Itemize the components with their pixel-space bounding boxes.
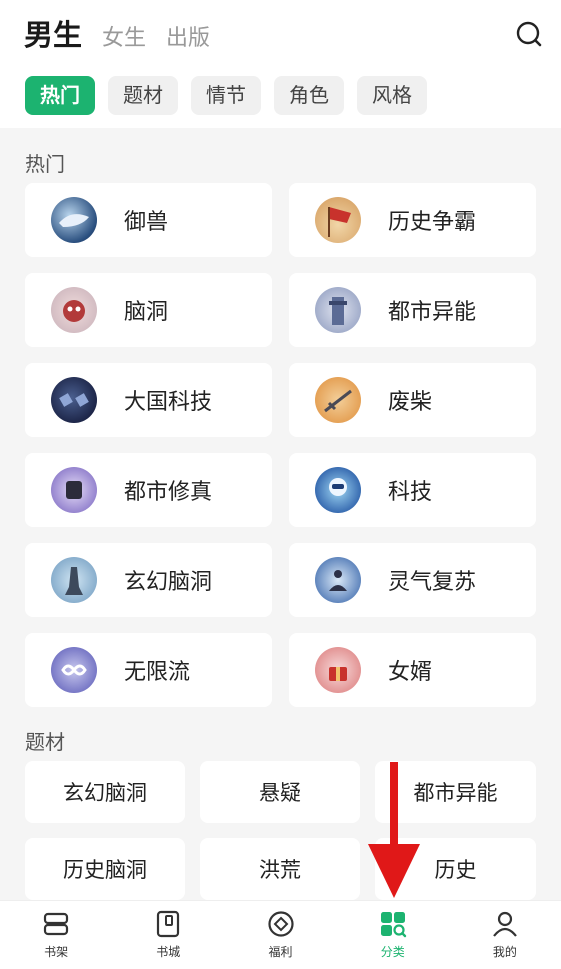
tag-item[interactable]: 洪荒 [200,838,360,900]
card-label: 脑洞 [124,300,169,325]
bookstore-icon [157,910,180,938]
card-nvxu[interactable]: 女婿 [289,633,536,707]
category-chips: 热门 题材 情节 角色 风格 [25,76,440,115]
card-label: 科技 [388,480,433,505]
tab-female[interactable]: 女生 [102,20,146,52]
fist-art-icon [51,467,97,513]
flag-art-icon [315,197,361,243]
category-icon [380,912,406,938]
chip-hot[interactable]: 热门 [25,76,95,115]
tower-art-icon [315,287,361,333]
nav-label: 书城 [156,945,181,959]
card-label: 御兽 [124,210,169,235]
profile-icon [493,911,517,937]
hot-grid: 御兽 历史争霸 脑洞 都市异能 大国科技 废柴 都市修真 科技 玄幻脑洞 灵气复… [25,183,536,707]
infinity-art-icon [51,647,97,693]
creature-art-icon [51,287,97,333]
gender-tabs: 男生 女生 出版 [24,12,230,54]
tag-item[interactable]: 玄幻脑洞 [25,761,185,823]
nav-bookstore[interactable]: 书城 [112,901,224,969]
card-naodong[interactable]: 脑洞 [25,273,272,347]
chip-style[interactable]: 风格 [357,76,427,115]
card-lishi-zhengba[interactable]: 历史争霸 [289,183,536,257]
sword-art-icon [315,377,361,423]
card-feichai[interactable]: 废柴 [289,363,536,437]
section-title-theme: 题材 [25,730,65,754]
category-content[interactable]: 热门 御兽 历史争霸 脑洞 都市异能 大国科技 废柴 都市修真 科技 玄幻脑洞 … [0,128,561,900]
chip-theme[interactable]: 题材 [108,76,178,115]
warrior-art-icon [51,557,97,603]
section-title-hot: 热门 [25,152,65,176]
nav-label: 我的 [492,945,517,959]
nav-label: 福利 [268,945,293,959]
bookshelf-icon [43,912,69,936]
card-label: 女婿 [388,660,433,685]
whale-art-icon [51,197,97,243]
bottom-nav: 书架 书城 福利 分类 我的 [0,900,561,969]
card-keji[interactable]: 科技 [289,453,536,527]
nav-profile[interactable]: 我的 [449,901,561,969]
card-label: 废柴 [388,390,433,415]
chip-role[interactable]: 角色 [274,76,344,115]
card-label: 灵气复苏 [388,570,477,595]
chip-plot[interactable]: 情节 [191,76,261,115]
card-label: 无限流 [124,660,191,685]
tag-item[interactable]: 历史脑洞 [25,838,185,900]
meditation-art-icon [315,557,361,603]
gift-art-icon [315,647,361,693]
card-dushi-yineng[interactable]: 都市异能 [289,273,536,347]
card-label: 历史争霸 [388,210,477,235]
card-wuxianliu[interactable]: 无限流 [25,633,272,707]
nav-category[interactable]: 分类 [337,901,449,969]
card-xuanhuan-naodong[interactable]: 玄幻脑洞 [25,543,272,617]
card-lingqi-fusu[interactable]: 灵气复苏 [289,543,536,617]
card-label: 都市异能 [388,300,477,325]
nav-welfare[interactable]: 福利 [224,901,336,969]
satellite-art-icon [51,377,97,423]
welfare-icon [267,911,294,937]
card-label: 玄幻脑洞 [124,570,213,595]
nav-label: 书架 [44,945,69,959]
nav-bookshelf[interactable]: 书架 [0,901,112,969]
search-icon[interactable] [515,20,543,48]
card-label: 都市修真 [124,480,213,505]
tab-publish[interactable]: 出版 [166,20,210,52]
nav-label: 分类 [380,945,405,959]
header: 男生 女生 出版 热门 题材 情节 角色 风格 [0,0,561,128]
tag-item[interactable]: 悬疑 [200,761,360,823]
card-daguo-keji[interactable]: 大国科技 [25,363,272,437]
card-label: 大国科技 [124,390,213,415]
card-yushou[interactable]: 御兽 [25,183,272,257]
tab-male[interactable]: 男生 [24,12,82,54]
red-arrow-annotation [368,762,420,898]
theme-grid: 玄幻脑洞 悬疑 都市异能 历史脑洞 洪荒 历史 [25,761,536,900]
robot-art-icon [315,467,361,513]
card-dushi-xiuzhen[interactable]: 都市修真 [25,453,272,527]
